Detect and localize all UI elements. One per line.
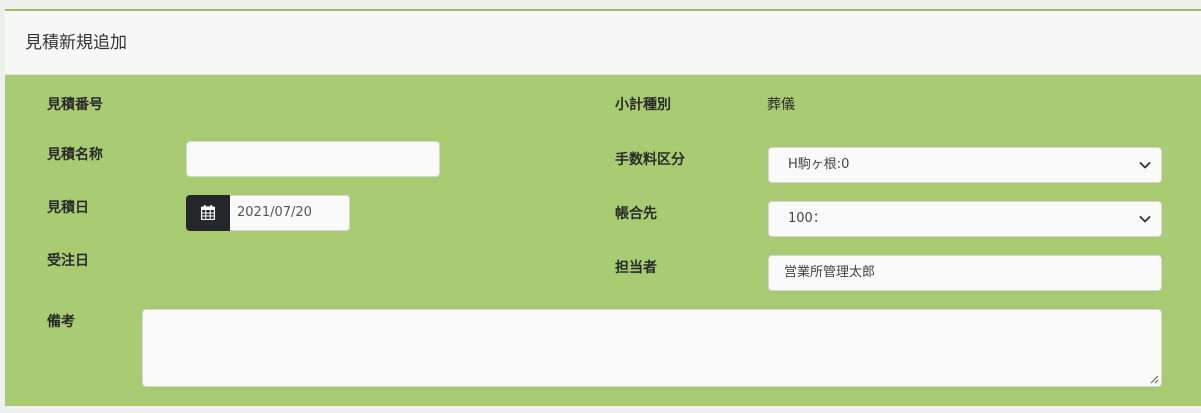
fee-category-selected: H駒ヶ根:0 <box>788 157 850 172</box>
ledger-select[interactable]: 100： <box>768 201 1162 237</box>
calendar-icon <box>201 205 215 220</box>
resize-grip-icon[interactable] <box>1149 374 1159 384</box>
remarks-textarea[interactable] <box>142 309 1162 387</box>
estimate-name-input[interactable] <box>186 141 440 177</box>
fee-category-label: 手数料区分 <box>615 152 685 168</box>
staff-label: 担当者 <box>615 260 657 276</box>
fee-category-select[interactable]: H駒ヶ根:0 <box>768 147 1162 183</box>
estimate-form-panel: 見積新規追加 見積番号 見積名称 見積日 2021/07/20 受注日 備考 小… <box>5 9 1201 406</box>
staff-input[interactable]: 営業所管理太郎 <box>768 255 1162 291</box>
estimate-date-input[interactable]: 2021/07/20 <box>230 195 350 231</box>
panel-header: 見積新規追加 <box>5 11 1201 75</box>
chevron-down-icon <box>1139 162 1151 169</box>
subtotal-type-label: 小計種別 <box>615 97 671 113</box>
subtotal-type-value: 葬儀 <box>767 97 795 113</box>
remarks-label: 備考 <box>47 314 75 330</box>
calendar-button[interactable] <box>186 195 230 231</box>
estimate-date-picker[interactable]: 2021/07/20 <box>186 195 350 231</box>
ledger-label: 帳合先 <box>615 206 657 222</box>
page-title: 見積新規追加 <box>25 33 127 53</box>
chevron-down-icon <box>1139 216 1151 223</box>
estimate-number-label: 見積番号 <box>47 97 103 113</box>
order-date-label: 受注日 <box>47 253 89 269</box>
estimate-date-label: 見積日 <box>47 200 89 216</box>
estimate-name-label: 見積名称 <box>47 147 103 163</box>
ledger-selected: 100： <box>788 211 826 226</box>
